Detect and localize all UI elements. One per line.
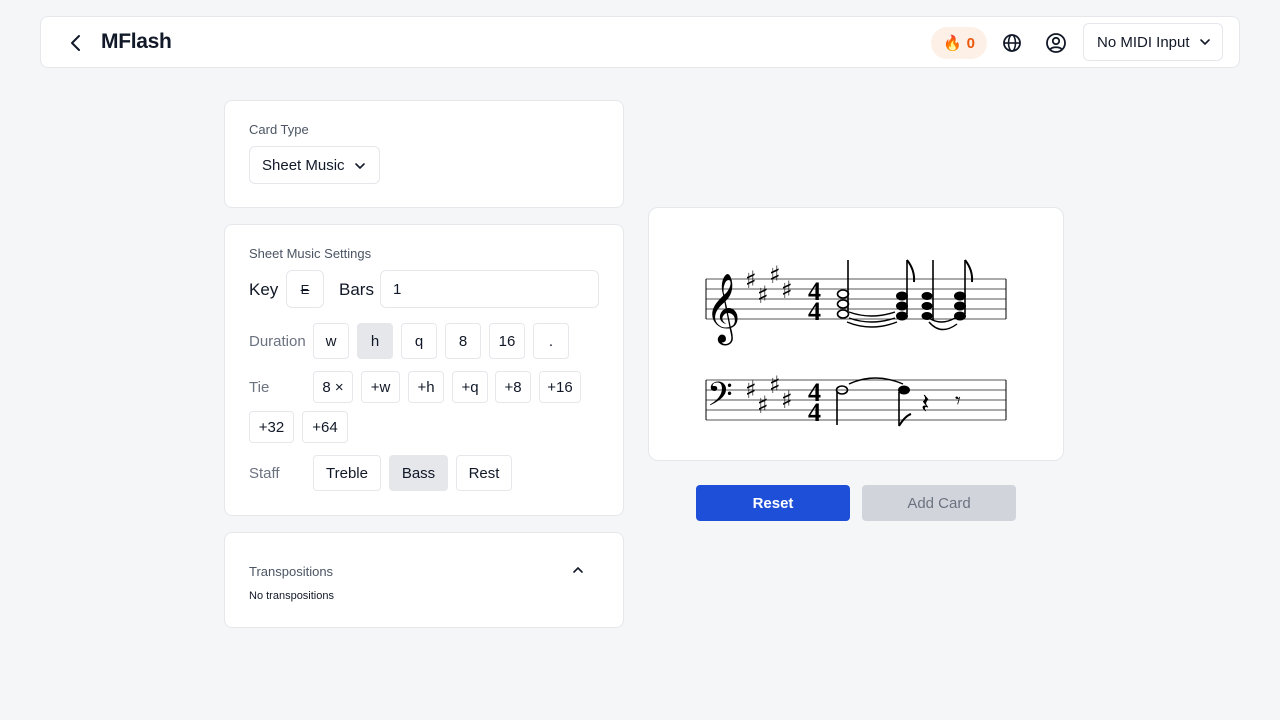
account-button[interactable] xyxy=(1043,30,1069,56)
svg-text:4: 4 xyxy=(808,398,821,427)
transpositions-panel: Transpositions No transpositions xyxy=(224,532,624,628)
chevron-left-icon xyxy=(71,35,80,51)
streak-badge: 🔥 0 xyxy=(931,27,987,59)
svg-text:4: 4 xyxy=(808,297,821,326)
streak-count: 0 xyxy=(966,34,976,52)
duration-sixteenth-button[interactable]: 16 xyxy=(489,323,525,359)
svg-text:♯: ♯ xyxy=(781,386,793,414)
language-button[interactable] xyxy=(999,30,1025,56)
bars-label: Bars xyxy=(339,280,374,299)
midi-input-select[interactable]: No MIDI Input xyxy=(1083,23,1223,61)
staff-label: Staff xyxy=(249,465,280,482)
top-bar: MFlash 🔥 0 No MIDI Input xyxy=(40,16,1240,68)
tie-sixteenth-button[interactable]: +16 xyxy=(539,371,581,403)
app-title: MFlash xyxy=(101,30,172,53)
duration-eighth-button[interactable]: 8 xyxy=(445,323,481,359)
bars-input[interactable]: 1 xyxy=(380,270,599,308)
card-type-value: Sheet Music xyxy=(262,156,345,174)
tie-eighth-button[interactable]: +8 xyxy=(495,371,531,403)
bars-value: 1 xyxy=(393,280,402,298)
chevron-up-icon xyxy=(573,566,583,573)
treble-key-signature: ♯ ♯ ♯ ♯ xyxy=(745,261,793,309)
bass-tie xyxy=(848,377,904,385)
eighth-rest-icon: 𝄾 xyxy=(955,389,961,414)
svg-text:♯: ♯ xyxy=(769,371,781,399)
key-value: E xyxy=(300,281,310,297)
transpositions-title: Transpositions xyxy=(249,564,334,579)
treble-clef-icon: 𝄞 xyxy=(705,273,740,345)
svg-text:♯: ♯ xyxy=(757,391,769,419)
bass-key-signature: ♯ ♯ ♯ ♯ xyxy=(745,371,793,419)
staff-treble-button[interactable]: Treble xyxy=(313,455,381,491)
duration-quarter-button[interactable]: q xyxy=(401,323,437,359)
key-select[interactable]: E xyxy=(286,270,324,308)
treble-eighth-chord-1 xyxy=(896,259,916,321)
svg-text:♯: ♯ xyxy=(757,281,769,309)
sheet-settings-panel: Sheet Music Settings Key E Bars 1 Durati… xyxy=(224,224,624,516)
card-type-panel: Card Type Sheet Music xyxy=(224,100,624,208)
midi-input-value: No MIDI Input xyxy=(1097,33,1190,51)
staff-rest-button[interactable]: Rest xyxy=(456,455,512,491)
tie-quarter-button[interactable]: +q xyxy=(452,371,488,403)
user-circle-icon xyxy=(1046,33,1066,53)
svg-text:♯: ♯ xyxy=(769,261,781,289)
globe-icon xyxy=(1003,34,1021,52)
tie-sixtyfourth-button[interactable]: +64 xyxy=(302,411,348,443)
tie-8-remove-button[interactable]: 8 × xyxy=(313,371,353,403)
svg-text:♯: ♯ xyxy=(781,276,793,304)
duration-whole-button[interactable]: w xyxy=(313,323,349,359)
tie-label: Tie xyxy=(249,379,270,396)
reset-button[interactable]: Reset xyxy=(696,485,850,521)
treble-eighth-chord-2 xyxy=(954,259,974,321)
svg-text:♯: ♯ xyxy=(745,266,757,294)
treble-quarter-chord xyxy=(921,292,933,320)
tie-half-button[interactable]: +h xyxy=(408,371,444,403)
chevron-down-icon xyxy=(1200,39,1210,46)
duration-half-button[interactable]: h xyxy=(357,323,393,359)
tie-thirtysecond-button[interactable]: +32 xyxy=(249,411,294,443)
svg-text:♯: ♯ xyxy=(745,376,757,404)
bass-clef-icon: 𝄢 xyxy=(707,376,733,422)
quarter-rest-icon: 𝄽 xyxy=(921,387,930,420)
key-label: Key xyxy=(249,280,279,299)
card-type-label: Card Type xyxy=(249,122,309,137)
bass-time-signature: 4 4 xyxy=(808,378,821,427)
duration-label: Duration xyxy=(249,333,306,350)
card-type-select[interactable]: Sheet Music xyxy=(249,146,380,184)
treble-time-signature: 4 4 xyxy=(808,277,821,326)
add-card-button[interactable]: Add Card xyxy=(862,485,1016,521)
collapse-transpositions-button[interactable] xyxy=(571,563,589,581)
fire-icon: 🔥 xyxy=(942,35,962,52)
chevron-down-icon xyxy=(355,163,365,170)
duration-dot-button[interactable]: . xyxy=(533,323,569,359)
tie-whole-button[interactable]: +w xyxy=(361,371,400,403)
settings-title: Sheet Music Settings xyxy=(249,246,372,261)
staff-bass-button[interactable]: Bass xyxy=(389,455,448,491)
back-button[interactable] xyxy=(63,30,89,56)
bass-half-note xyxy=(835,385,849,425)
sheet-preview-panel: 𝄞 ♯ ♯ ♯ ♯ 4 4 𝄢 ♯ ♯ ♯ ♯ 4 4 𝄽 𝄾 xyxy=(648,207,1064,461)
no-transpositions-text: No transpositions xyxy=(249,590,334,602)
sheet-music-notation: 𝄞 ♯ ♯ ♯ ♯ 4 4 𝄢 ♯ ♯ ♯ ♯ 4 4 𝄽 𝄾 xyxy=(705,259,1007,427)
